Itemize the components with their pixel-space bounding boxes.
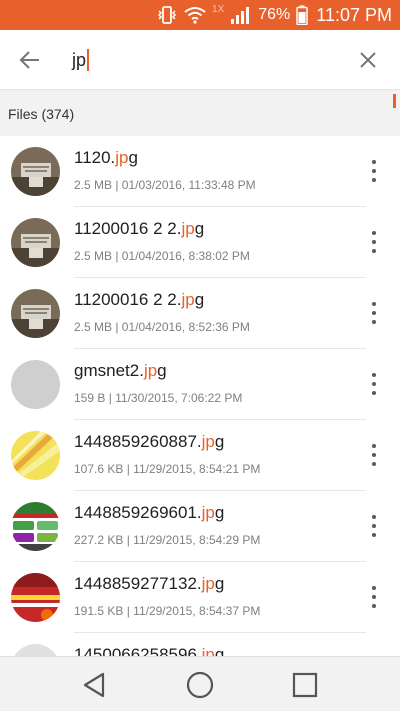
file-meta: 2.5 MB | 01/04/2016, 8:38:02 PM xyxy=(74,249,250,263)
more-options-icon[interactable] xyxy=(368,160,380,182)
list-item[interactable]: 1120.jpg 2.5 MB | 01/03/2016, 11:33:48 P… xyxy=(0,136,400,207)
results-header: Files (374) xyxy=(0,90,400,136)
list-item-text: gmsnet2.jpg 159 B | 11/30/2015, 7:06:22 … xyxy=(74,349,366,420)
file-list: 1120.jpg 2.5 MB | 01/03/2016, 11:33:48 P… xyxy=(0,136,400,656)
file-meta: 107.6 KB | 11/29/2015, 8:54:21 PM xyxy=(74,462,261,476)
file-name: 1448859260887.jpg xyxy=(74,432,225,451)
list-item[interactable]: 1448859277132.jpg 191.5 KB | 11/29/2015,… xyxy=(0,562,400,633)
list-item-text: 1448859277132.jpg 191.5 KB | 11/29/2015,… xyxy=(74,562,366,633)
file-meta: 159 B | 11/30/2015, 7:06:22 PM xyxy=(74,391,243,405)
file-thumbnail xyxy=(11,431,60,480)
list-item[interactable]: 1450066258596.jpg xyxy=(0,633,400,656)
list-item-text: 1448859260887.jpg 107.6 KB | 11/29/2015,… xyxy=(74,420,366,491)
list-item[interactable]: gmsnet2.jpg 159 B | 11/30/2015, 7:06:22 … xyxy=(0,349,400,420)
file-thumbnail xyxy=(11,573,60,622)
more-options-icon[interactable] xyxy=(368,302,380,324)
file-name: gmsnet2.jpg xyxy=(74,361,167,380)
signal-icon xyxy=(230,5,252,25)
status-icons: 1X 76% 11:07 PM xyxy=(156,0,392,30)
file-name: 1448859269601.jpg xyxy=(74,503,225,522)
file-meta: 2.5 MB | 01/03/2016, 11:33:48 PM xyxy=(74,178,256,192)
vibrate-icon xyxy=(156,5,178,25)
list-item-text: 1448859269601.jpg 227.2 KB | 11/29/2015,… xyxy=(74,491,366,562)
file-thumbnail xyxy=(11,289,60,338)
list-item-text: 1450066258596.jpg xyxy=(74,633,366,656)
battery-icon xyxy=(296,5,309,25)
file-thumbnail xyxy=(11,360,60,409)
file-meta: 227.2 KB | 11/29/2015, 8:54:29 PM xyxy=(74,533,261,547)
list-item[interactable]: 11200016 2 2.jpg 2.5 MB | 01/04/2016, 8:… xyxy=(0,278,400,349)
more-options-icon[interactable] xyxy=(368,373,380,395)
list-item[interactable]: 1448859260887.jpg 107.6 KB | 11/29/2015,… xyxy=(0,420,400,491)
search-input-value: jp xyxy=(72,49,87,70)
search-input[interactable]: jp xyxy=(72,46,90,74)
list-item-text: 11200016 2 2.jpg 2.5 MB | 01/04/2016, 8:… xyxy=(74,207,366,278)
triangle-back-icon xyxy=(83,672,105,698)
text-cursor xyxy=(87,49,90,71)
more-options-icon[interactable] xyxy=(368,231,380,253)
file-thumbnail xyxy=(11,644,60,656)
navigation-bar xyxy=(0,656,400,711)
file-name: 1448859277132.jpg xyxy=(74,574,225,593)
file-name: 1450066258596.jpg xyxy=(74,645,225,656)
arrow-left-icon xyxy=(19,51,39,69)
wifi-icon xyxy=(184,6,206,24)
file-name: 11200016 2 2.jpg xyxy=(74,290,205,309)
list-item-text: 11200016 2 2.jpg 2.5 MB | 01/04/2016, 8:… xyxy=(74,278,366,349)
results-count: Files (374) xyxy=(8,106,75,122)
nav-recents-button[interactable] xyxy=(289,669,321,701)
scrollbar[interactable] xyxy=(393,94,396,108)
file-name: 1120.jpg xyxy=(74,148,138,167)
more-options-icon[interactable] xyxy=(368,515,380,537)
file-thumbnail xyxy=(11,147,60,196)
square-recents-icon xyxy=(292,672,318,698)
nav-home-button[interactable] xyxy=(184,669,216,701)
clock: 11:07 PM xyxy=(316,4,392,25)
file-thumbnail xyxy=(11,218,60,267)
file-meta: 2.5 MB | 01/04/2016, 8:52:36 PM xyxy=(74,320,250,334)
circle-home-icon xyxy=(186,671,214,699)
more-options-icon[interactable] xyxy=(368,586,380,608)
close-icon xyxy=(360,52,376,68)
file-name: 11200016 2 2.jpg xyxy=(74,219,205,238)
search-bar: jp xyxy=(0,30,400,90)
file-thumbnail xyxy=(11,502,60,551)
list-item[interactable]: 11200016 2 2.jpg 2.5 MB | 01/04/2016, 8:… xyxy=(0,207,400,278)
back-button[interactable] xyxy=(14,46,46,74)
battery-percent: 76% xyxy=(258,6,291,23)
list-item-text: 1120.jpg 2.5 MB | 01/03/2016, 11:33:48 P… xyxy=(74,136,366,207)
list-item[interactable]: 1448859269601.jpg 227.2 KB | 11/29/2015,… xyxy=(0,491,400,562)
clear-search-button[interactable] xyxy=(354,46,382,74)
status-bar: 1X 76% 11:07 PM xyxy=(0,0,400,30)
network-type: 1X xyxy=(212,4,225,15)
nav-back-button[interactable] xyxy=(78,669,110,701)
more-options-icon[interactable] xyxy=(368,444,380,466)
file-meta: 191.5 KB | 11/29/2015, 8:54:37 PM xyxy=(74,604,261,618)
